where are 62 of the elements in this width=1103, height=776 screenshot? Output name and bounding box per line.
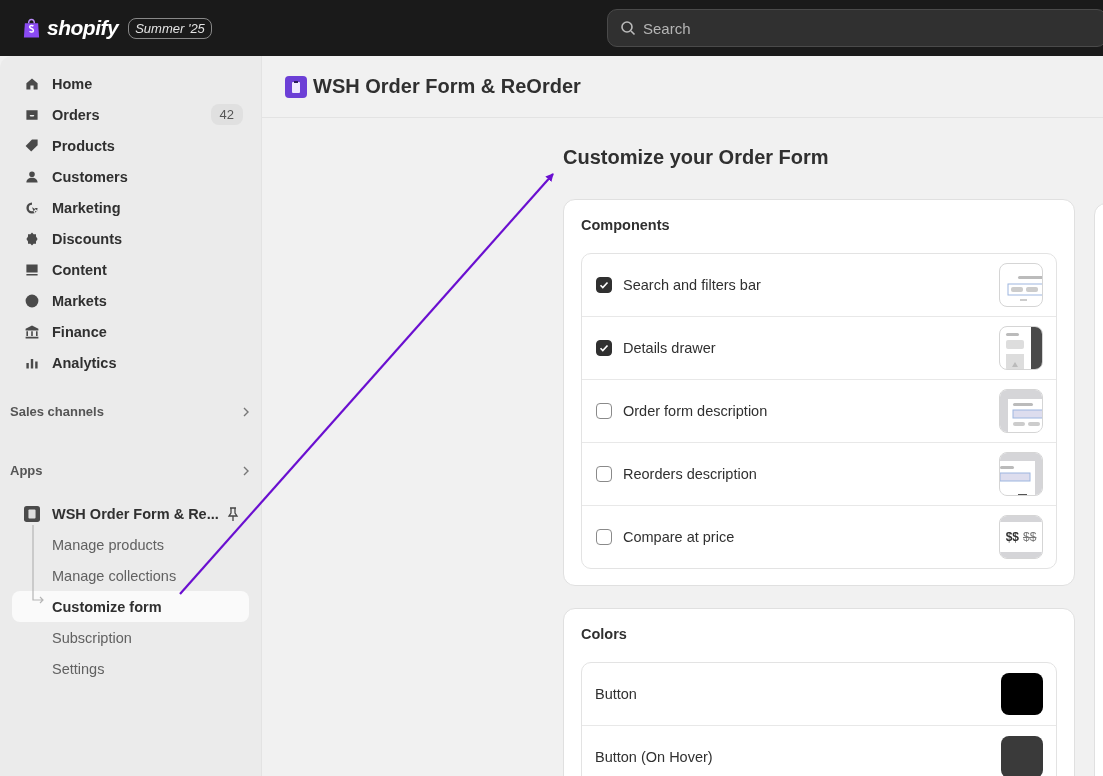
compare-price-text: $$ [1023, 530, 1037, 544]
option-label: Search and filters bar [623, 277, 762, 293]
app-subpage-link[interactable]: Subscription [12, 622, 249, 653]
nav-item[interactable]: Markets [12, 285, 249, 316]
color-label: Button (On Hover) [595, 749, 714, 765]
option-label: Order form description [623, 403, 769, 419]
app-icon [285, 75, 307, 98]
chevron-icon [241, 465, 251, 476]
checkbox[interactable] [596, 529, 612, 545]
chevron-icon [241, 406, 251, 417]
nav-item[interactable]: Orders 42 [12, 99, 249, 130]
preview-thumbnail [999, 452, 1043, 496]
checkbox[interactable] [596, 403, 612, 419]
nav-item[interactable]: Content [12, 254, 249, 285]
color-label: Button [595, 686, 638, 702]
checkbox[interactable] [596, 277, 612, 293]
card-title: Colors [581, 626, 628, 642]
color-swatch[interactable] [1001, 673, 1043, 715]
shopping-bag-logo-icon [22, 17, 41, 39]
app-subpage-link[interactable]: Settings [12, 653, 249, 684]
edition-badge: Summer '25 [128, 17, 212, 39]
page-title: Customize your Order Form [563, 146, 830, 169]
nav-item[interactable]: Marketing [12, 192, 249, 223]
section-header[interactable]: Sales channels [10, 404, 251, 419]
nav-item[interactable]: Analytics [12, 347, 249, 378]
nav-icon [24, 199, 40, 216]
app-subpage-link[interactable]: Customize form [12, 591, 249, 622]
nav-item[interactable]: Discounts [12, 223, 249, 254]
option-label: Details drawer [623, 340, 717, 356]
option-label: Compare at price [623, 529, 736, 545]
pin-icon[interactable] [225, 505, 241, 522]
price-text: $$ [1005, 530, 1019, 544]
count-badge: 42 [210, 104, 243, 125]
app-subpage-link[interactable]: Manage products [12, 529, 249, 560]
check-icon [598, 279, 610, 291]
nav-icon [24, 261, 40, 278]
preview-thumbnail [999, 326, 1043, 370]
checkbox[interactable] [596, 466, 612, 482]
nav-item[interactable]: Home [12, 68, 249, 99]
option-label: Reorders description [623, 466, 758, 482]
nav-icon [24, 168, 40, 185]
nav-icon [24, 137, 40, 154]
search-field[interactable]: Search [607, 9, 1103, 47]
nav-item[interactable]: Customers [12, 161, 249, 192]
nav-icon [24, 292, 40, 309]
check-icon [598, 342, 610, 354]
color-swatch[interactable] [1001, 736, 1043, 776]
preview-thumbnail [999, 389, 1043, 433]
preview-thumbnail [999, 263, 1043, 307]
app-subpage-link[interactable]: Manage collections [12, 560, 249, 591]
card-title: Components [581, 217, 671, 233]
app-nav-item[interactable]: WSH Order Form & Re... [12, 498, 249, 529]
app-title: WSH Order Form & ReOrder [313, 75, 581, 98]
nav-icon [24, 230, 40, 247]
brand-name[interactable]: shopify [47, 16, 119, 40]
search-icon [620, 20, 636, 36]
checkbox[interactable] [596, 340, 612, 356]
section-header[interactable]: Apps [10, 463, 251, 478]
nav-item[interactable]: Finance [12, 316, 249, 347]
clipboard-icon [24, 505, 40, 522]
nav-icon [24, 323, 40, 340]
nav-item[interactable]: Products [12, 130, 249, 161]
